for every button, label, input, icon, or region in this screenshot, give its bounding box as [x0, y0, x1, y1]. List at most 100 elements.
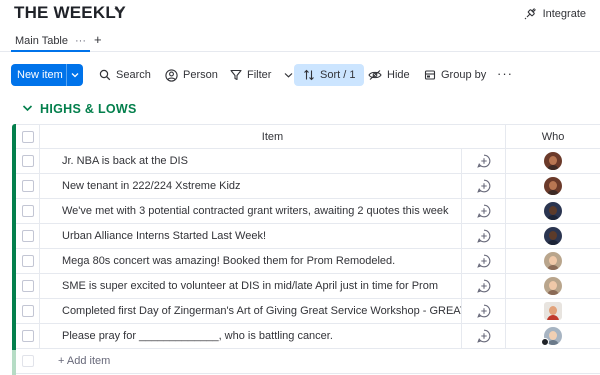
who-cell[interactable]: [506, 324, 600, 348]
add-update-button[interactable]: [462, 199, 506, 223]
hide-button[interactable]: Hide: [364, 64, 414, 86]
search-button[interactable]: Search: [95, 64, 155, 86]
table-header-row: Item Who: [16, 124, 600, 149]
row-checkbox[interactable]: [21, 180, 34, 192]
table-row[interactable]: Please pray for _____________, who is ba…: [16, 324, 600, 349]
tab-main-table[interactable]: Main Table ···: [11, 31, 90, 52]
person-label: Person: [183, 69, 218, 81]
group-by-button[interactable]: Group by: [420, 64, 490, 86]
item-name[interactable]: Mega 80s concert was amazing! Booked the…: [40, 249, 462, 273]
add-item-row[interactable]: + Add item: [16, 349, 600, 374]
who-cell[interactable]: [506, 149, 600, 173]
row-checkbox[interactable]: [21, 205, 34, 217]
row-checkbox-cell: [16, 324, 40, 348]
row-checkbox-cell: [16, 174, 40, 198]
row-checkbox-cell: [16, 274, 40, 298]
add-update-icon: [476, 154, 490, 168]
new-item-label: New item: [17, 69, 63, 81]
board-toolbar: New item Search Person Filter Sort / 1 H…: [0, 62, 600, 88]
table-row[interactable]: SME is super excited to volunteer at DIS…: [16, 274, 600, 299]
who-cell[interactable]: [506, 224, 600, 248]
select-all-checkbox[interactable]: [21, 131, 34, 143]
add-update-button[interactable]: [462, 299, 506, 323]
column-header-who[interactable]: Who: [506, 125, 600, 149]
table-row[interactable]: Completed first Day of Zingerman's Art o…: [16, 299, 600, 324]
add-item-input[interactable]: + Add item: [58, 355, 110, 367]
item-name[interactable]: Jr. NBA is back at the DIS: [40, 149, 462, 173]
integrate-button[interactable]: Integrate: [524, 7, 586, 20]
search-label: Search: [116, 69, 151, 81]
who-cell[interactable]: [506, 199, 600, 223]
sort-label: Sort / 1: [320, 69, 356, 81]
add-update-button[interactable]: [462, 224, 506, 248]
eye-hidden-icon: [368, 70, 382, 80]
item-name[interactable]: Completed first Day of Zingerman's Art o…: [40, 299, 462, 323]
person-icon: [165, 68, 178, 82]
add-item-checkbox-cell: [16, 349, 40, 373]
avatar[interactable]: [544, 227, 562, 245]
table-row[interactable]: We've met with 3 potential contracted gr…: [16, 199, 600, 224]
new-item-dropdown[interactable]: [67, 72, 83, 78]
who-cell[interactable]: [506, 299, 600, 323]
add-update-icon: [476, 229, 490, 243]
chevron-down-icon[interactable]: [22, 104, 33, 112]
select-all-cell: [16, 125, 40, 149]
row-checkbox-cell: [16, 249, 40, 273]
add-update-button[interactable]: [462, 274, 506, 298]
add-update-button[interactable]: [462, 174, 506, 198]
avatar[interactable]: [544, 277, 562, 295]
filter-label: Filter: [247, 69, 272, 81]
group-title[interactable]: HIGHS & LOWS: [40, 102, 137, 116]
add-update-icon: [476, 254, 490, 268]
who-cell[interactable]: [506, 274, 600, 298]
item-name[interactable]: Urban Alliance Interns Started Last Week…: [40, 224, 462, 248]
row-checkbox[interactable]: [21, 230, 34, 242]
item-name[interactable]: We've met with 3 potential contracted gr…: [40, 199, 462, 223]
table-row[interactable]: Mega 80s concert was amazing! Booked the…: [16, 249, 600, 274]
who-cell[interactable]: [506, 249, 600, 273]
filter-button[interactable]: Filter: [226, 64, 297, 86]
avatar[interactable]: [544, 252, 562, 270]
item-name[interactable]: Please pray for _____________, who is ba…: [40, 324, 462, 348]
board-title[interactable]: THE WEEKLY: [14, 3, 126, 23]
row-checkbox-cell: [16, 299, 40, 323]
chevron-down-icon[interactable]: [284, 72, 293, 78]
group-by-label: Group by: [441, 69, 487, 81]
guest-badge-icon: [541, 338, 549, 346]
avatar[interactable]: [544, 177, 562, 195]
column-header-item[interactable]: Item: [40, 125, 506, 149]
add-update-button[interactable]: [462, 249, 506, 273]
new-item-button[interactable]: New item: [11, 64, 83, 86]
tab-options-icon[interactable]: ···: [75, 35, 86, 47]
hide-label: Hide: [387, 69, 410, 81]
add-view-button[interactable]: +: [94, 32, 102, 47]
row-checkbox-cell: [16, 199, 40, 223]
add-update-button[interactable]: [462, 324, 506, 348]
add-update-button[interactable]: [462, 149, 506, 173]
row-checkbox[interactable]: [21, 255, 34, 267]
item-name[interactable]: New tenant in 222/224 Xstreme Kidz: [40, 174, 462, 198]
row-checkbox[interactable]: [21, 280, 34, 292]
table-row[interactable]: Urban Alliance Interns Started Last Week…: [16, 224, 600, 249]
add-item-checkbox: [22, 355, 34, 367]
board-header: THE WEEKLY Integrate: [0, 0, 600, 28]
chevron-down-icon[interactable]: [114, 6, 124, 14]
integrate-icon: [524, 8, 536, 20]
chevron-down-icon: [71, 73, 79, 78]
avatar[interactable]: [544, 152, 562, 170]
toolbar-more-button[interactable]: ···: [497, 66, 513, 81]
add-update-icon: [476, 179, 490, 193]
table-row[interactable]: Jr. NBA is back at the DIS: [16, 149, 600, 174]
row-checkbox[interactable]: [21, 155, 34, 167]
row-checkbox-cell: [16, 224, 40, 248]
item-name[interactable]: SME is super excited to volunteer at DIS…: [40, 274, 462, 298]
person-filter-button[interactable]: Person: [161, 64, 222, 86]
row-checkbox[interactable]: [21, 305, 34, 317]
who-cell[interactable]: [506, 174, 600, 198]
row-checkbox[interactable]: [21, 330, 34, 342]
avatar[interactable]: [544, 302, 562, 320]
sort-button[interactable]: Sort / 1: [294, 64, 365, 86]
table-row[interactable]: New tenant in 222/224 Xstreme Kidz: [16, 174, 600, 199]
search-icon: [99, 69, 111, 81]
avatar[interactable]: [544, 202, 562, 220]
